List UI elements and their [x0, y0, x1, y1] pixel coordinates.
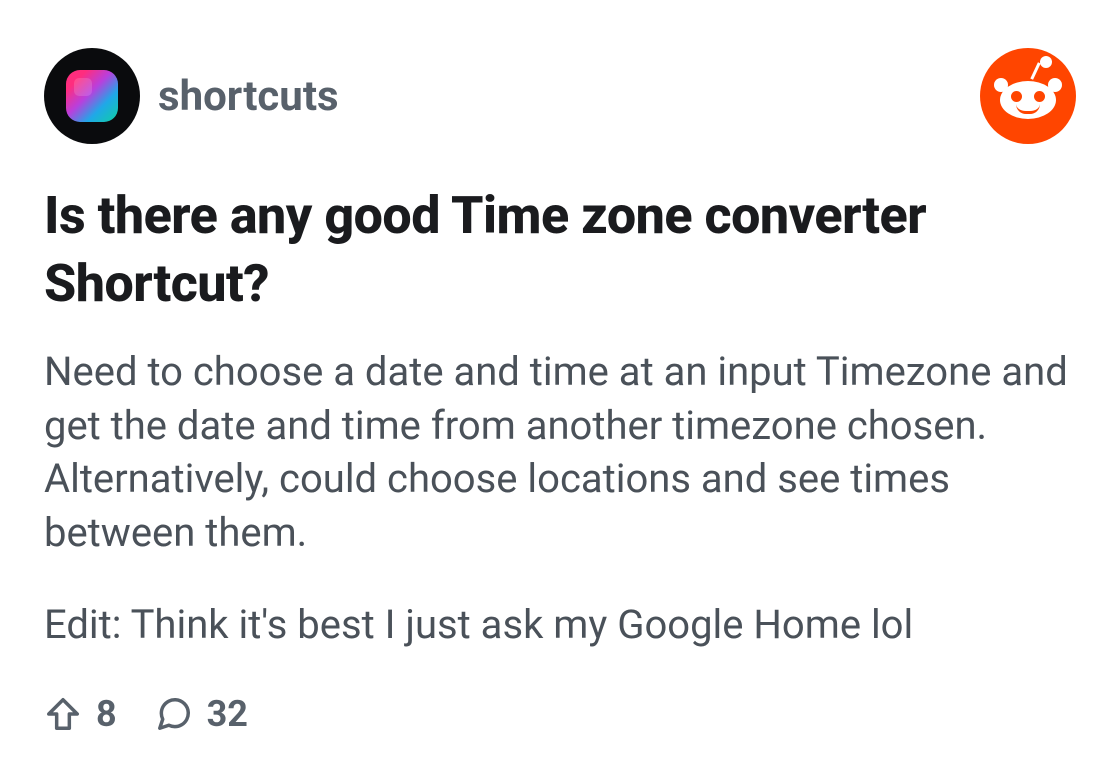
- post-paragraph: Need to choose a date and time at an inp…: [44, 345, 1076, 559]
- upvote-button[interactable]: 8: [44, 693, 117, 735]
- comment-count: 32: [207, 693, 248, 735]
- post-title[interactable]: Is there any good Time zone converter Sh…: [44, 182, 1076, 317]
- post-header: shortcuts: [44, 48, 1076, 144]
- comments-button[interactable]: 32: [155, 693, 248, 735]
- upvote-icon: [44, 695, 82, 733]
- subreddit-name: shortcuts: [158, 72, 339, 121]
- reddit-logo-icon[interactable]: [980, 48, 1076, 144]
- subreddit-icon: [44, 48, 140, 144]
- post-footer: 8 32: [44, 693, 1076, 735]
- post-paragraph: Edit: Think it's best I just ask my Goog…: [44, 598, 1076, 652]
- subreddit-link[interactable]: shortcuts: [44, 48, 339, 144]
- comment-icon: [155, 695, 193, 733]
- shortcuts-app-icon: [66, 70, 118, 122]
- upvote-count: 8: [96, 693, 117, 735]
- post-body: Need to choose a date and time at an inp…: [44, 345, 1076, 651]
